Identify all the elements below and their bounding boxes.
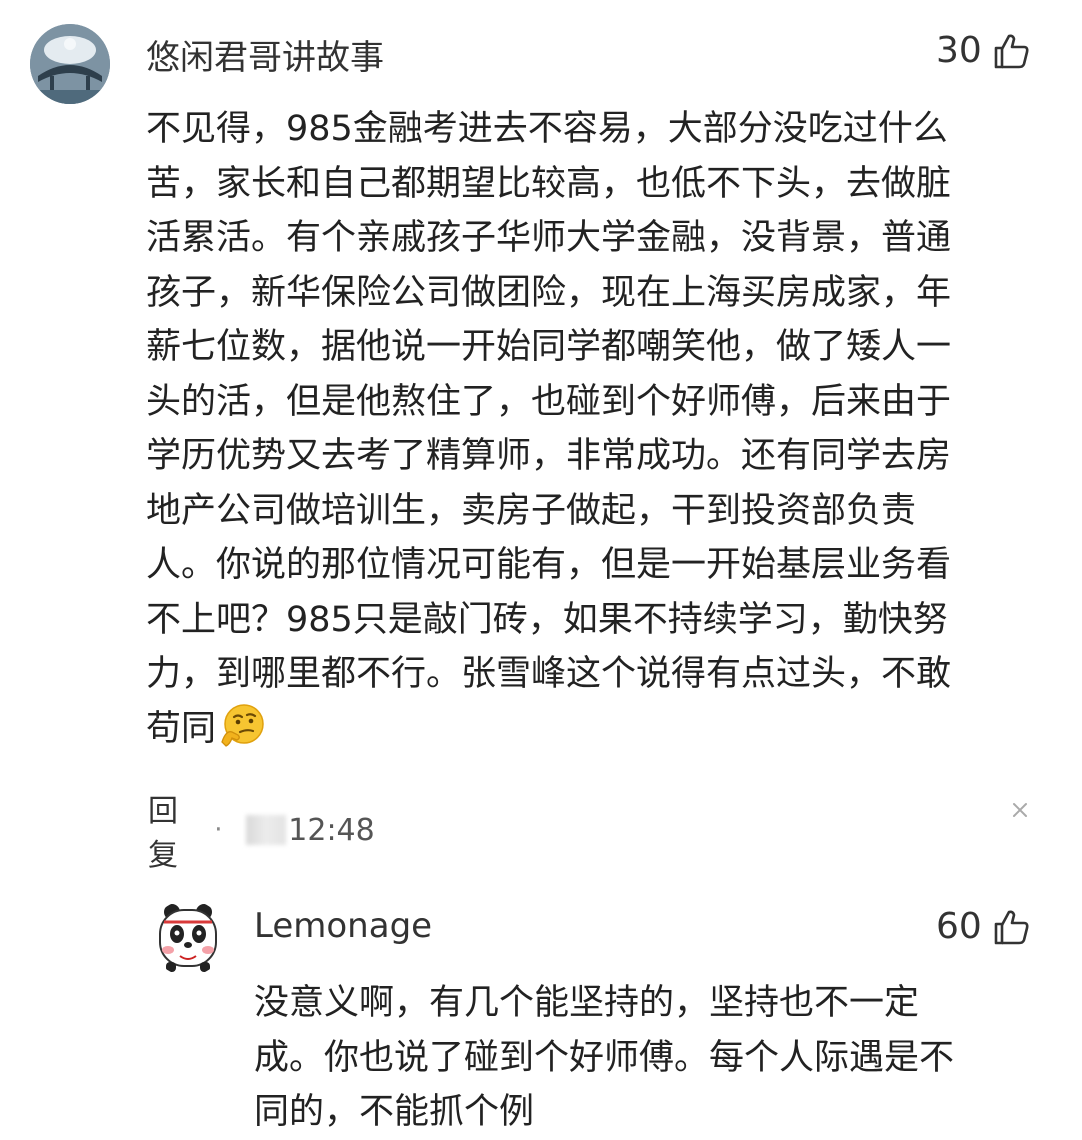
comment-like-group[interactable]: 30	[936, 30, 1030, 71]
comment-meta: 回复 · 12:48	[148, 786, 375, 874]
reply-button[interactable]: 回复	[148, 786, 192, 874]
comment-line: 地产公司做培训生，卖房子做起，干到投资部负责	[146, 490, 917, 531]
reply-line: 没意义啊，有几个能坚持的，坚持也不一定	[254, 983, 920, 1023]
avatar-image	[30, 24, 110, 104]
comment-line: 孩子，新华保险公司做团险，现在上海买房成家，年	[146, 272, 952, 313]
comment-line: 头的活，但是他熬住了，也碰到个好师傅，后来由于	[146, 381, 952, 422]
comment-body: 不见得，985金融考进去不容易，大部分没吃过什么 苦，家长和自己都期望比较高，也…	[146, 102, 951, 764]
thumbs-up-icon[interactable]	[992, 32, 1030, 70]
comment-line: 苟同	[146, 708, 217, 749]
reply-body: 没意义啊，有几个能坚持的，坚持也不一定 成。你也说了碰到个好师傅。每个人际遇是不…	[254, 976, 954, 1140]
comment-line: 不上吧？985只是敲门砖，如果不持续学习，勤快努	[146, 599, 948, 640]
close-icon[interactable]	[1006, 796, 1034, 824]
reply-like-count: 60	[936, 906, 982, 947]
meta-separator: ·	[214, 815, 223, 845]
comment-line: 学历优势又去考了精算师，非常成功。还有同学去房	[146, 436, 952, 476]
reply-line: 成。你也说了碰到个好师傅。每个人际遇是不	[254, 1037, 955, 1078]
comment-username[interactable]: 悠闲君哥讲故事	[146, 30, 384, 79]
comment-line: 人。你说的那位情况可能有，但是一开始基层业务看	[146, 545, 952, 585]
reply-line: 同的，不能抓个例	[254, 1092, 535, 1132]
comment-line: 活累活。有个亲戚孩子华师大学金融，没背景，普通	[146, 218, 952, 258]
panda-avatar-image	[159, 904, 217, 972]
comment-line: 力，到哪里都不行。张雪峰这个说得有点过头，不敢	[146, 654, 952, 694]
thinking-face-icon	[220, 702, 266, 765]
comment-like-count: 30	[936, 30, 982, 71]
reply-username[interactable]: Lemonage	[254, 906, 432, 946]
thumbs-up-icon[interactable]	[992, 908, 1030, 946]
comment-line: 苦，家长和自己都期望比较高，也低不下头，去做脏	[146, 163, 952, 204]
reply-like-group[interactable]: 60	[936, 906, 1030, 947]
comment-last-line: 苟同	[146, 702, 951, 765]
comment-line: 不见得，985金融考进去不容易，大部分没吃过什么	[146, 109, 948, 149]
user-avatar[interactable]	[30, 24, 110, 104]
reply-avatar[interactable]	[150, 900, 226, 976]
blurred-date	[246, 815, 287, 845]
comment-time: 12:48	[288, 812, 375, 848]
comment-line: 薪七位数，据他说一开始同学都嘲笑他，做了矮人一	[146, 327, 952, 367]
